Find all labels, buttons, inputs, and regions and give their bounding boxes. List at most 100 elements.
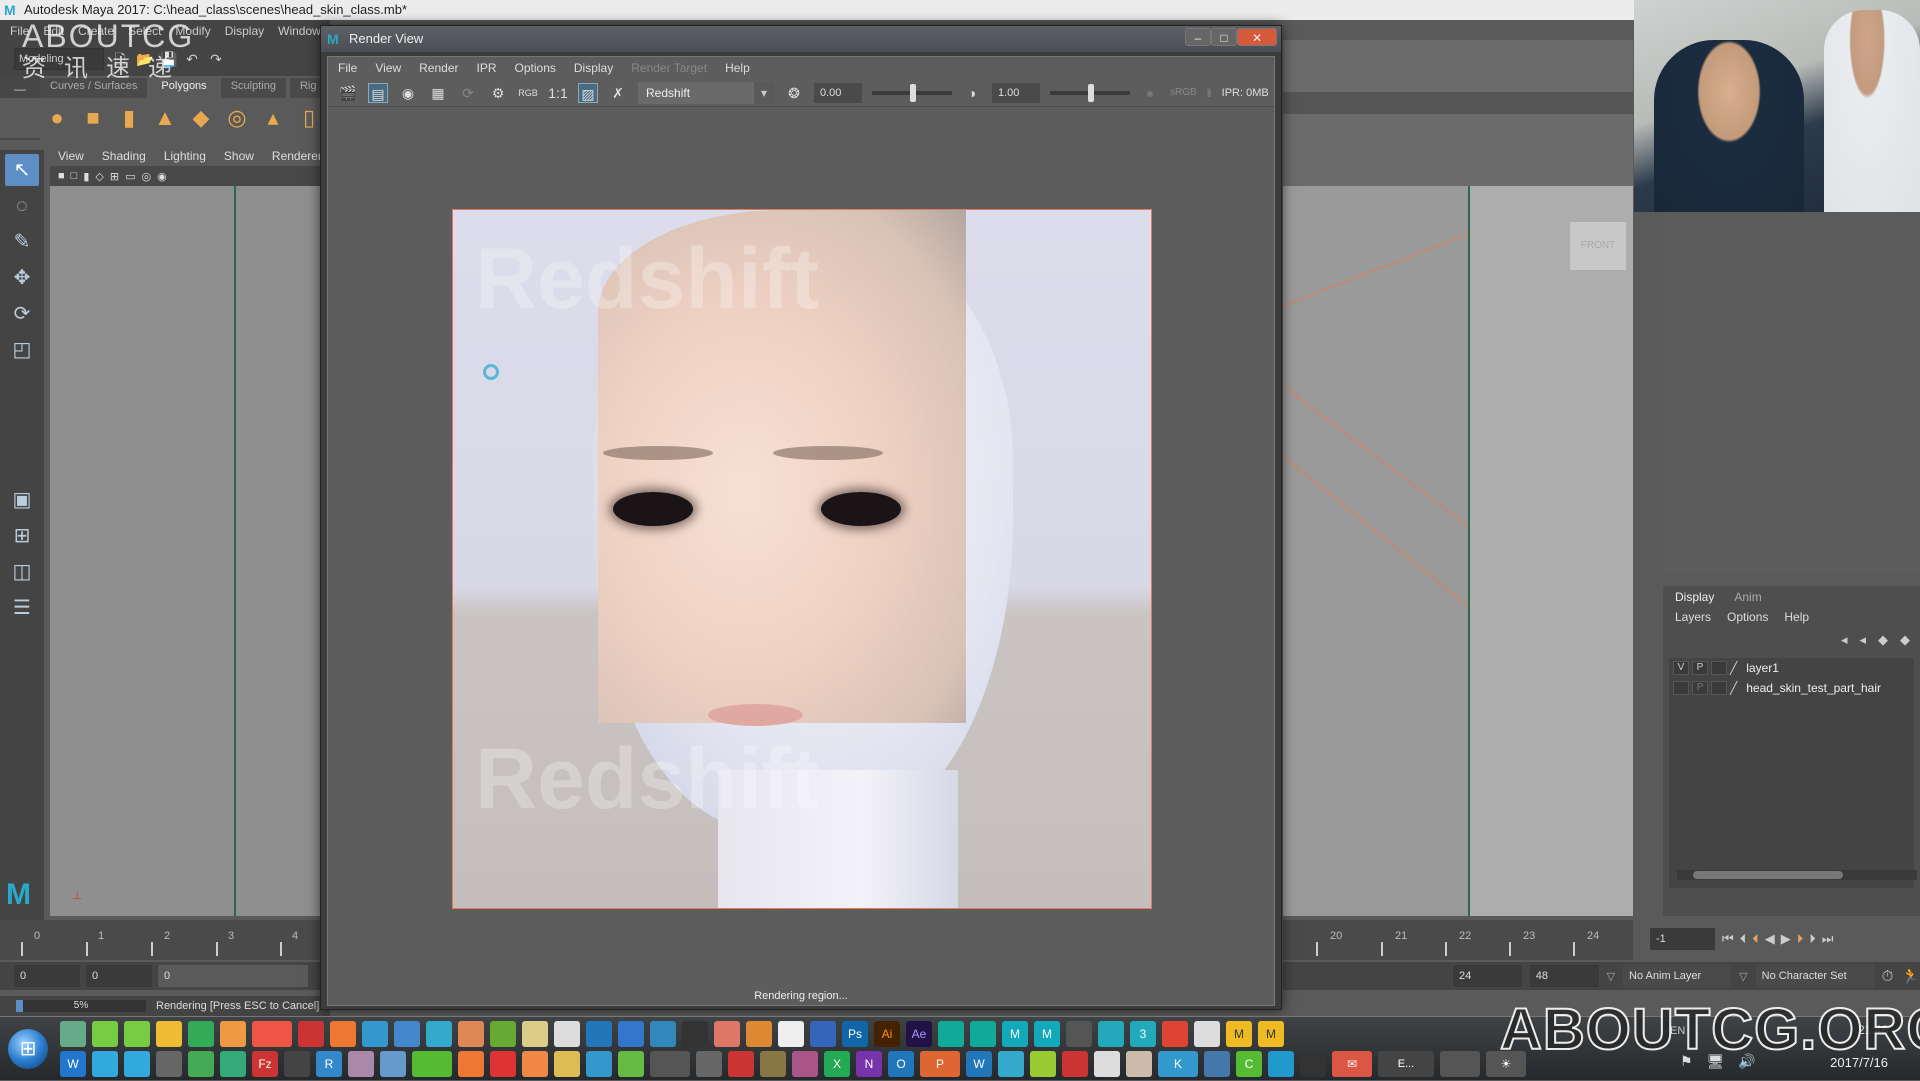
app-icon[interactable] bbox=[362, 1021, 388, 1047]
app-icon[interactable]: C bbox=[1236, 1051, 1262, 1077]
character-settings-icon[interactable]: 🏃 bbox=[1901, 967, 1920, 985]
photoshop-icon[interactable]: Ps bbox=[842, 1021, 868, 1047]
chevron-down-icon[interactable]: ▾ bbox=[754, 81, 774, 104]
anim-end-field[interactable]: 24 bbox=[1453, 965, 1522, 987]
app-icon[interactable] bbox=[60, 1021, 86, 1047]
menu-display[interactable]: Display bbox=[225, 20, 264, 42]
film-gate-icon[interactable]: ▭ bbox=[125, 170, 135, 183]
app-icon[interactable] bbox=[714, 1021, 740, 1047]
poly-plane-icon[interactable]: ◆ bbox=[188, 105, 214, 131]
3dsmax-icon[interactable]: 3 bbox=[1130, 1021, 1156, 1047]
app-icon[interactable] bbox=[1098, 1021, 1124, 1047]
layer-row[interactable]: P ╱ head_skin_test_part_hair bbox=[1669, 678, 1914, 698]
poly-cone-icon[interactable]: ▲ bbox=[152, 105, 178, 131]
poly-pipe-icon[interactable]: ▯ bbox=[296, 105, 322, 131]
app-icon[interactable] bbox=[650, 1051, 690, 1077]
viewport-front[interactable]: FRONT bbox=[1470, 186, 1633, 916]
app-icon[interactable] bbox=[746, 1021, 772, 1047]
maya-window-icon[interactable]: M bbox=[1002, 1021, 1028, 1047]
rv-menu-help[interactable]: Help bbox=[725, 57, 750, 79]
app-icon[interactable] bbox=[1440, 1051, 1480, 1077]
app-icon[interactable] bbox=[348, 1051, 374, 1077]
app-icon[interactable] bbox=[298, 1021, 324, 1047]
play-backwards-icon[interactable]: ◀ bbox=[1765, 931, 1775, 947]
visibility-toggle[interactable]: V bbox=[1673, 661, 1689, 675]
onenote-icon[interactable]: N bbox=[856, 1051, 882, 1077]
app-icon[interactable] bbox=[188, 1051, 214, 1077]
app-icon[interactable] bbox=[1094, 1051, 1120, 1077]
go-to-end-icon[interactable]: ⏭ bbox=[1822, 931, 1834, 947]
lasso-tool-icon[interactable]: ◌ bbox=[5, 190, 39, 222]
camera-icon[interactable]: ■ bbox=[58, 170, 65, 182]
end-time-field[interactable]: 48 bbox=[1529, 965, 1599, 987]
app-icon[interactable] bbox=[124, 1051, 150, 1077]
real-size-button[interactable]: 1:1 bbox=[548, 83, 568, 103]
app-icon[interactable] bbox=[490, 1051, 516, 1077]
current-frame-field[interactable]: -1 bbox=[1650, 928, 1715, 950]
step-forward-frame-icon[interactable]: ⏵ bbox=[1809, 931, 1816, 947]
poly-sphere-icon[interactable]: ● bbox=[44, 105, 70, 131]
minimize-button[interactable]: – bbox=[1185, 28, 1211, 46]
maya-app-icon[interactable] bbox=[938, 1021, 964, 1047]
app-icon[interactable] bbox=[156, 1051, 182, 1077]
redo-previous-render-icon[interactable]: 🎬 bbox=[338, 83, 358, 103]
app-icon[interactable] bbox=[650, 1021, 676, 1047]
layer-scrollbar[interactable] bbox=[1677, 870, 1917, 880]
rotate-tool-icon[interactable]: ⟳ bbox=[5, 298, 39, 330]
app-icon[interactable] bbox=[1030, 1051, 1056, 1077]
layer-menu-help[interactable]: Help bbox=[1784, 610, 1809, 624]
two-view-layout-icon[interactable]: ◫ bbox=[5, 556, 39, 588]
app-icon[interactable] bbox=[490, 1021, 516, 1047]
app-icon[interactable] bbox=[760, 1051, 786, 1077]
viewport-left[interactable]: ⊥ bbox=[50, 186, 330, 916]
close-button[interactable]: ✕ bbox=[1237, 28, 1277, 46]
gamma-slider[interactable] bbox=[1050, 83, 1130, 102]
new-layer-icon[interactable]: ◆ bbox=[1878, 632, 1888, 648]
maximize-button[interactable]: □ bbox=[1211, 28, 1237, 46]
panel-menu-show[interactable]: Show bbox=[224, 146, 254, 166]
anim-layer-dropdown[interactable]: No Anim Layer bbox=[1623, 965, 1732, 987]
layer-color-icon[interactable]: ╱ bbox=[1730, 681, 1737, 695]
select-tool-icon[interactable]: ↖ bbox=[5, 154, 39, 186]
chevron-down-icon[interactable]: ▽ bbox=[1739, 970, 1747, 983]
slider-knob[interactable] bbox=[1088, 83, 1094, 102]
move-tool-icon[interactable]: ✥ bbox=[5, 262, 39, 294]
app-icon[interactable] bbox=[522, 1021, 548, 1047]
layer-color-icon[interactable]: ╱ bbox=[1730, 661, 1737, 675]
qq-icon[interactable] bbox=[1300, 1051, 1326, 1077]
anim-preferences-icon[interactable]: ⏱ bbox=[1882, 968, 1894, 985]
exposure-slider[interactable] bbox=[872, 83, 952, 102]
mail-icon[interactable]: ✉ bbox=[1332, 1051, 1372, 1077]
single-perspective-layout-icon[interactable]: ▣ bbox=[5, 484, 39, 516]
filezilla-icon[interactable]: Fz bbox=[252, 1051, 278, 1077]
app-icon[interactable] bbox=[92, 1051, 118, 1077]
tab-anim[interactable]: Anim bbox=[1734, 590, 1761, 604]
render-region-icon[interactable]: ▤ bbox=[368, 82, 388, 103]
smooth-shade-icon[interactable]: ◉ bbox=[157, 170, 167, 183]
move-layer-down-icon[interactable]: ◂ bbox=[1859, 632, 1866, 648]
step-back-frame-icon[interactable]: ⏴ bbox=[1740, 931, 1747, 947]
tab-display[interactable]: Display bbox=[1675, 590, 1714, 604]
scrollbar-thumb[interactable] bbox=[1693, 871, 1843, 879]
refresh-ipr-icon[interactable]: ⟳ bbox=[458, 83, 478, 103]
move-layer-up-icon[interactable]: ◂ bbox=[1841, 632, 1848, 648]
shelf-tab-sculpting[interactable]: Sculpting bbox=[220, 78, 286, 98]
start-time-field[interactable]: 0 bbox=[14, 965, 80, 987]
rv-menu-options[interactable]: Options bbox=[515, 57, 556, 79]
remove-image-icon[interactable]: ✗ bbox=[608, 83, 628, 103]
viewport-right[interactable]: FRONT bbox=[1283, 186, 1633, 916]
time-slider[interactable]: 0 1 2 3 4 bbox=[0, 920, 330, 960]
playback-toggle[interactable]: P bbox=[1692, 661, 1708, 675]
app-icon[interactable] bbox=[696, 1051, 722, 1077]
panel-menu-renderer[interactable]: Renderer bbox=[272, 146, 322, 166]
start-button[interactable]: ⊞ bbox=[8, 1029, 48, 1069]
app-icon[interactable] bbox=[810, 1021, 836, 1047]
app-icon[interactable] bbox=[220, 1051, 246, 1077]
app-icon[interactable] bbox=[92, 1021, 118, 1047]
paint-select-tool-icon[interactable]: ✎ bbox=[5, 226, 39, 258]
app-icon[interactable] bbox=[554, 1051, 580, 1077]
renderer-dropdown[interactable]: Redshift ▾ bbox=[638, 81, 774, 104]
rv-menu-render[interactable]: Render bbox=[419, 57, 458, 79]
playback-toggle[interactable]: P bbox=[1692, 681, 1708, 695]
visibility-toggle[interactable] bbox=[1673, 681, 1689, 695]
